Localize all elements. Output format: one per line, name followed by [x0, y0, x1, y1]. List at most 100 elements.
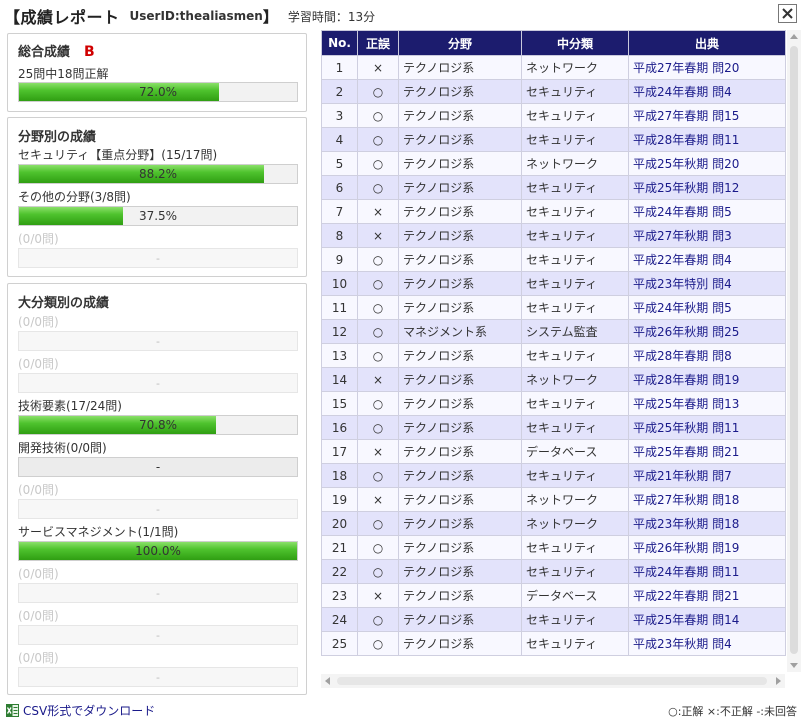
cell-no: 10	[321, 271, 358, 296]
table-row[interactable]: 6 ○ テクノロジ系 セキュリティ 平成25年秋期 問12	[321, 175, 786, 200]
cell-source[interactable]: 平成25年秋期 問12	[628, 175, 786, 200]
cell-source[interactable]: 平成25年春期 問21	[628, 439, 786, 464]
table-row[interactable]: 19 × テクノロジ系 ネットワーク 平成27年秋期 問18	[321, 487, 786, 512]
cell-subcategory: ネットワーク	[521, 367, 629, 392]
cell-field: マネジメント系	[398, 319, 522, 344]
field-label: セキュリティ【重点分野】(15/17問)	[18, 148, 218, 162]
column-header-result[interactable]: 正誤	[357, 30, 399, 56]
table-row[interactable]: 17 × テクノロジ系 データベース 平成25年春期 問21	[321, 439, 786, 464]
column-header-source[interactable]: 出典	[628, 30, 786, 56]
cell-source[interactable]: 平成25年秋期 問11	[628, 415, 786, 440]
table-row[interactable]: 7 × テクノロジ系 セキュリティ 平成24年春期 問5	[321, 199, 786, 224]
cell-source[interactable]: 平成24年春期 問5	[628, 199, 786, 224]
horizontal-scrollbar[interactable]	[321, 674, 785, 688]
cell-source[interactable]: 平成27年秋期 問18	[628, 487, 786, 512]
cell-source[interactable]: 平成21年秋期 問7	[628, 463, 786, 488]
table-row[interactable]: 2 ○ テクノロジ系 セキュリティ 平成24年春期 問4	[321, 79, 786, 104]
cell-source[interactable]: 平成26年秋期 問25	[628, 319, 786, 344]
cell-no: 16	[321, 415, 358, 440]
csv-download-link[interactable]: CSV形式でダウンロード	[6, 702, 155, 719]
progress-label: -	[156, 628, 160, 642]
table-row[interactable]: 23 × テクノロジ系 データベース 平成22年春期 問21	[321, 583, 786, 608]
column-header-field[interactable]: 分野	[398, 30, 522, 56]
cell-source[interactable]: 平成27年春期 問20	[628, 55, 786, 80]
cell-source[interactable]: 平成27年秋期 問3	[628, 223, 786, 248]
progress-label: -	[156, 586, 160, 600]
scroll-thumb[interactable]	[790, 46, 798, 654]
progress-label: 72.0%	[138, 85, 178, 99]
cell-source[interactable]: 平成24年秋期 問5	[628, 295, 786, 320]
cell-source[interactable]: 平成25年春期 問14	[628, 607, 786, 632]
cell-source[interactable]: 平成23年秋期 問18	[628, 511, 786, 536]
table-row[interactable]: 25 ○ テクノロジ系 セキュリティ 平成23年秋期 問4	[321, 631, 786, 656]
cell-source[interactable]: 平成28年春期 問19	[628, 367, 786, 392]
cell-result: ○	[357, 79, 399, 104]
scroll-right-icon[interactable]	[776, 677, 781, 685]
table-row[interactable]: 11 ○ テクノロジ系 セキュリティ 平成24年秋期 問5	[321, 295, 786, 320]
table-row[interactable]: 1 × テクノロジ系 ネットワーク 平成27年春期 問20	[321, 55, 786, 80]
table-row[interactable]: 18 ○ テクノロジ系 セキュリティ 平成21年秋期 問7	[321, 463, 786, 488]
report-title: 【成績レポート	[4, 8, 120, 27]
progress-label: 88.2%	[138, 167, 178, 181]
cell-subcategory: セキュリティ	[521, 607, 629, 632]
category-progress-bar: 100.0%	[18, 541, 298, 561]
table-row[interactable]: 12 ○ マネジメント系 システム監査 平成26年秋期 問25	[321, 319, 786, 344]
scroll-left-icon[interactable]	[325, 677, 330, 685]
cell-source[interactable]: 平成25年秋期 問20	[628, 151, 786, 176]
table-row[interactable]: 24 ○ テクノロジ系 セキュリティ 平成25年春期 問14	[321, 607, 786, 632]
scroll-down-icon[interactable]	[790, 663, 798, 668]
cell-result: ○	[357, 607, 399, 632]
progress-label: -	[155, 460, 161, 474]
table-row[interactable]: 16 ○ テクノロジ系 セキュリティ 平成25年秋期 問11	[321, 415, 786, 440]
table-row[interactable]: 14 × テクノロジ系 ネットワーク 平成28年春期 問19	[321, 367, 786, 392]
cell-subcategory: セキュリティ	[521, 343, 629, 368]
cell-source[interactable]: 平成28年春期 問8	[628, 343, 786, 368]
table-row[interactable]: 21 ○ テクノロジ系 セキュリティ 平成26年秋期 問19	[321, 535, 786, 560]
table-row[interactable]: 13 ○ テクノロジ系 セキュリティ 平成28年春期 問8	[321, 343, 786, 368]
cell-source[interactable]: 平成23年秋期 問4	[628, 631, 786, 656]
scroll-up-icon[interactable]	[790, 34, 798, 39]
cell-source[interactable]: 平成22年春期 問4	[628, 247, 786, 272]
table-row[interactable]: 4 ○ テクノロジ系 セキュリティ 平成28年春期 問11	[321, 127, 786, 152]
table-row[interactable]: 9 ○ テクノロジ系 セキュリティ 平成22年春期 問4	[321, 247, 786, 272]
category-label: (0/0問)	[18, 609, 59, 623]
cell-source[interactable]: 平成23年特別 問4	[628, 271, 786, 296]
cell-result: ×	[357, 367, 399, 392]
cell-result: ○	[357, 103, 399, 128]
cell-no: 17	[321, 439, 358, 464]
cell-source[interactable]: 平成27年春期 問15	[628, 103, 786, 128]
csv-download-label[interactable]: CSV形式でダウンロード	[23, 702, 155, 719]
scroll-thumb[interactable]	[337, 677, 767, 685]
overall-score-heading: 総合成績 B	[18, 41, 95, 60]
table-row[interactable]: 3 ○ テクノロジ系 セキュリティ 平成27年春期 問15	[321, 103, 786, 128]
column-header-no[interactable]: No.	[321, 30, 358, 56]
column-header-subcategory[interactable]: 中分類	[521, 30, 629, 56]
cell-no: 25	[321, 631, 358, 656]
cell-source[interactable]: 平成24年春期 問4	[628, 79, 786, 104]
field-label: (0/0問)	[18, 232, 59, 246]
cell-field: テクノロジ系	[398, 295, 522, 320]
vertical-scrollbar[interactable]	[787, 30, 801, 672]
table-row[interactable]: 10 ○ テクノロジ系 セキュリティ 平成23年特別 問4	[321, 271, 786, 296]
cell-subcategory: ネットワーク	[521, 55, 629, 80]
cell-subcategory: ネットワーク	[521, 511, 629, 536]
table-row[interactable]: 20 ○ テクノロジ系 ネットワーク 平成23年秋期 問18	[321, 511, 786, 536]
table-header-row: No. 正誤 分野 中分類 出典	[321, 30, 786, 56]
table-row[interactable]: 8 × テクノロジ系 セキュリティ 平成27年秋期 問3	[321, 223, 786, 248]
cell-source[interactable]: 平成25年春期 問13	[628, 391, 786, 416]
cell-no: 15	[321, 391, 358, 416]
table-row[interactable]: 15 ○ テクノロジ系 セキュリティ 平成25年春期 問13	[321, 391, 786, 416]
cell-source[interactable]: 平成22年春期 問21	[628, 583, 786, 608]
table-row[interactable]: 5 ○ テクノロジ系 ネットワーク 平成25年秋期 問20	[321, 151, 786, 176]
cell-source[interactable]: 平成24年春期 問11	[628, 559, 786, 584]
cell-field: テクノロジ系	[398, 271, 522, 296]
table-row[interactable]: 22 ○ テクノロジ系 セキュリティ 平成24年春期 問11	[321, 559, 786, 584]
cell-source[interactable]: 平成28年春期 問11	[628, 127, 786, 152]
field-progress-bar: 88.2%	[18, 164, 298, 184]
close-button[interactable]	[778, 4, 797, 23]
cell-source[interactable]: 平成26年秋期 問19	[628, 535, 786, 560]
cell-field: テクノロジ系	[398, 79, 522, 104]
cell-field: テクノロジ系	[398, 631, 522, 656]
category-label: (0/0問)	[18, 315, 59, 329]
progress-label: -	[156, 376, 160, 390]
